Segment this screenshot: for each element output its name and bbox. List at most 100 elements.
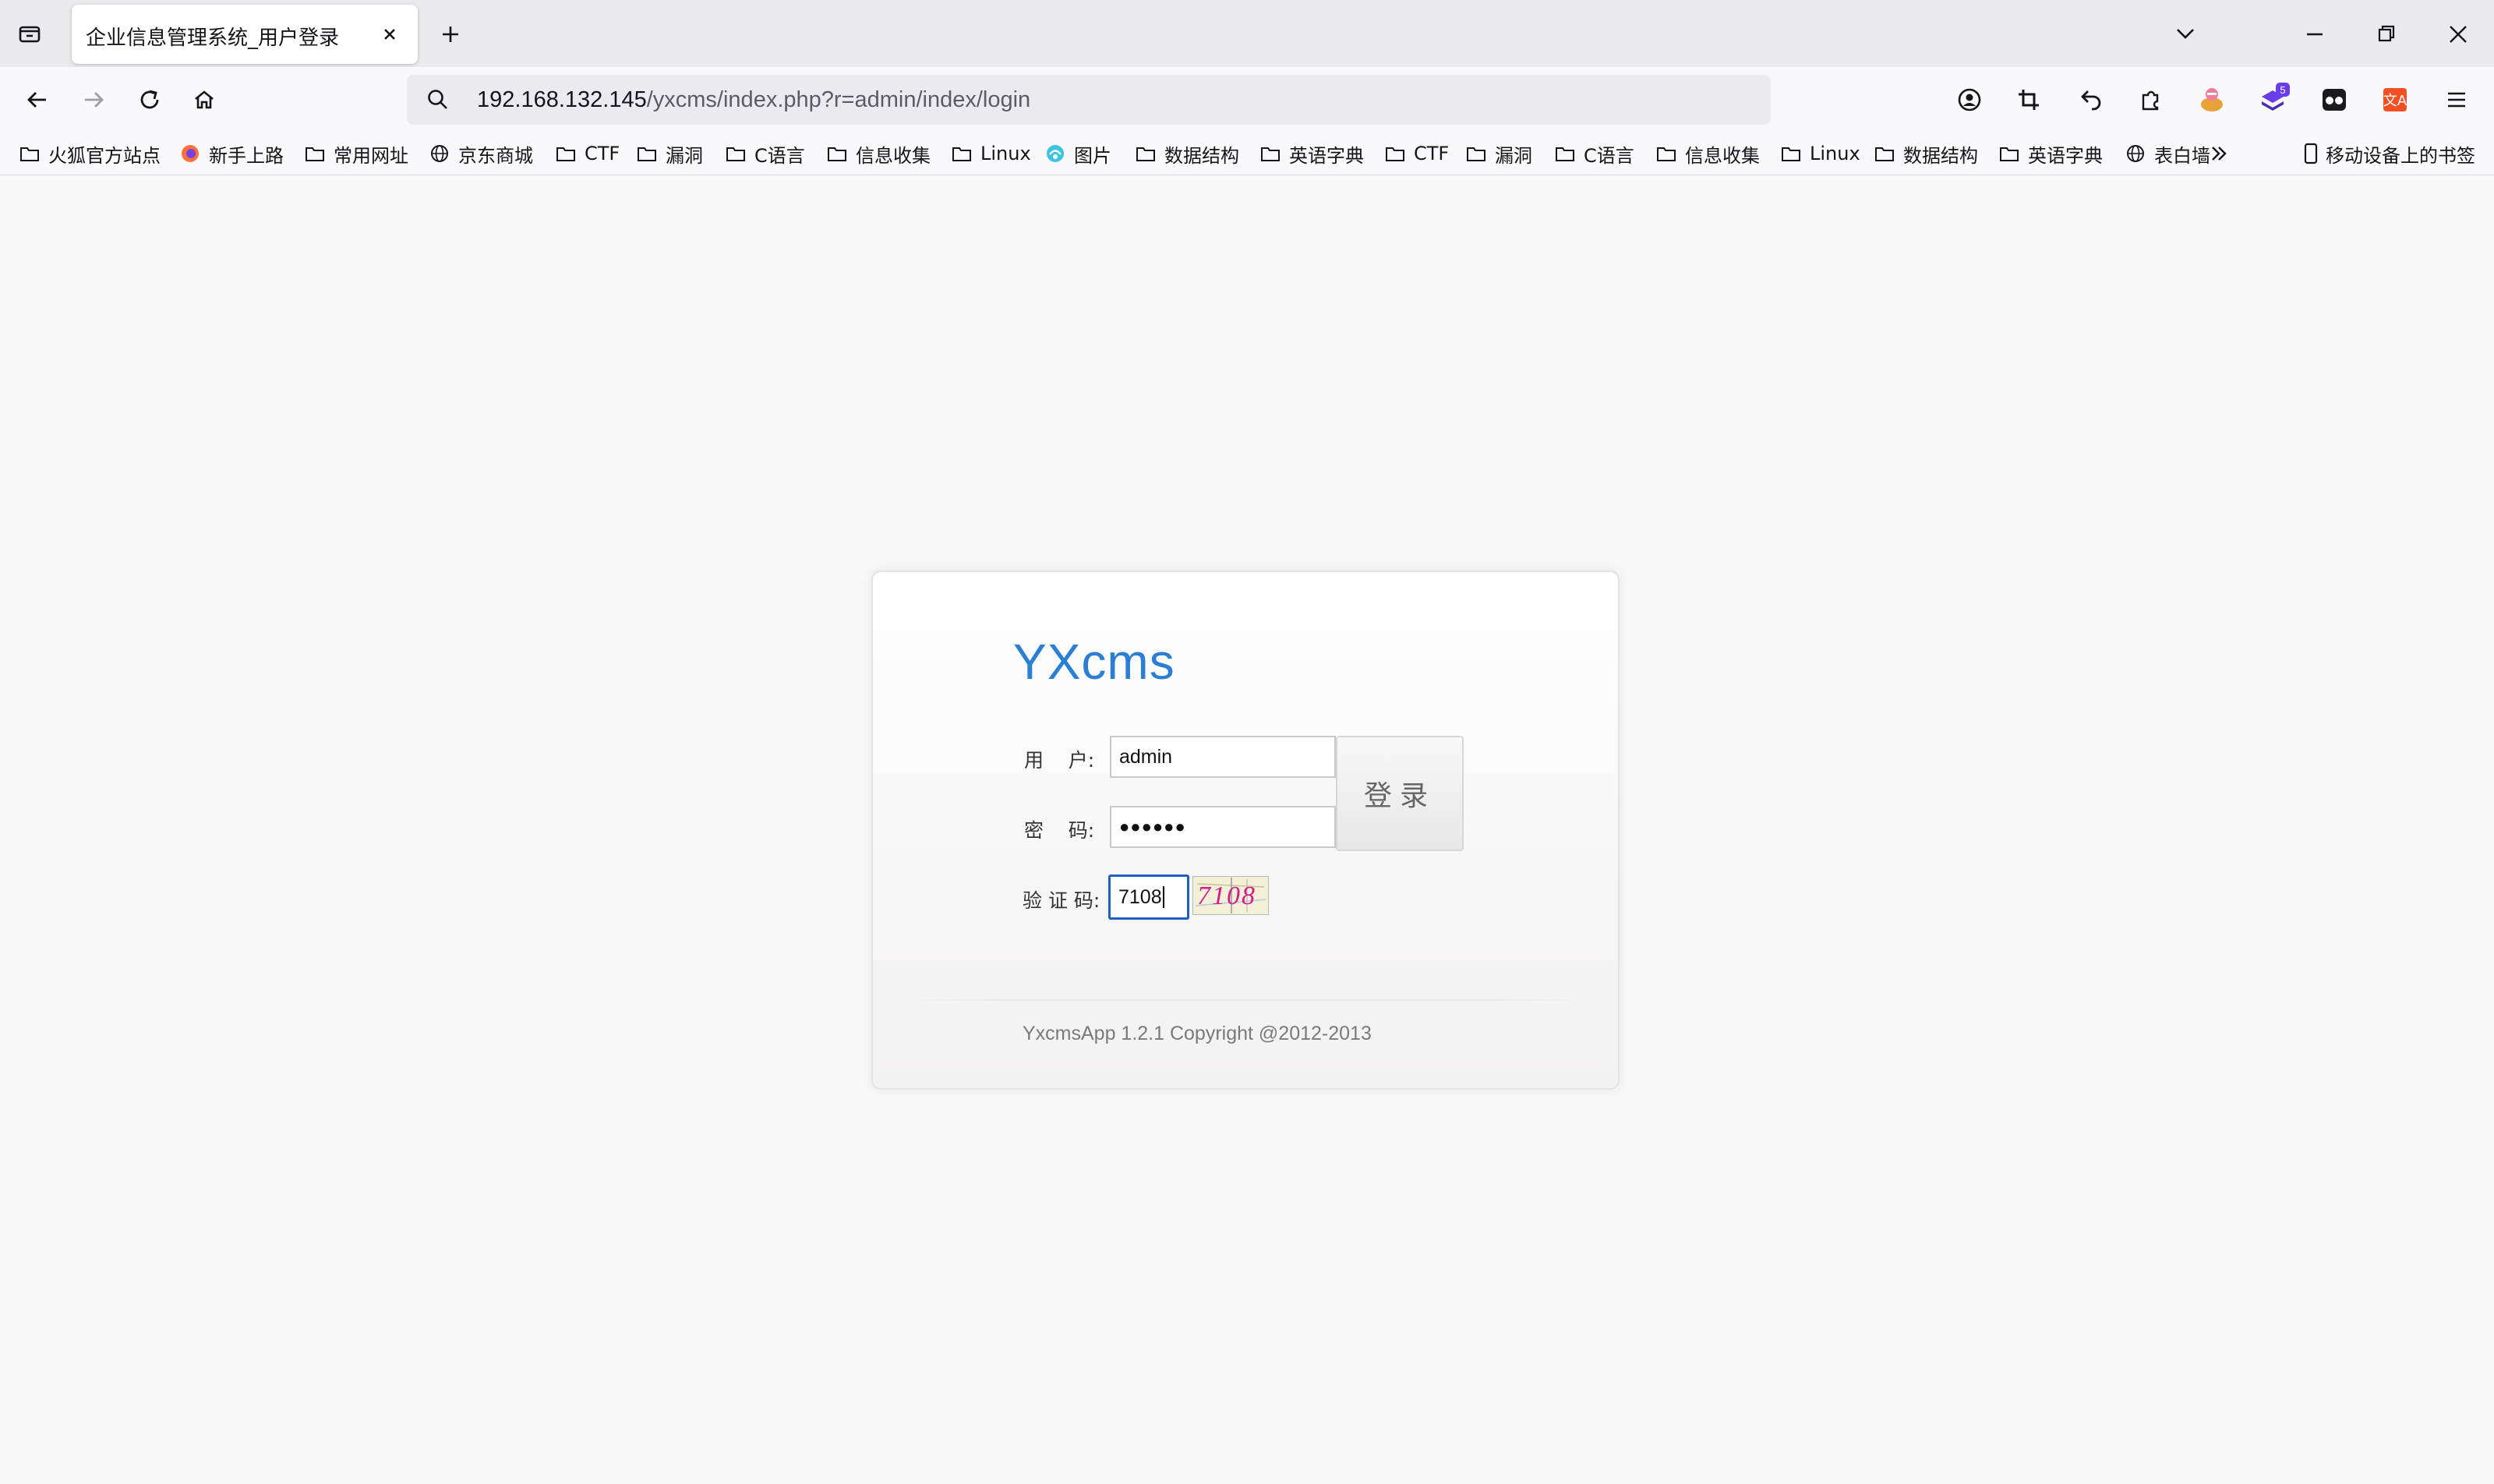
- active-tab[interactable]: 企业信息管理系统_用户登录: [72, 5, 418, 64]
- folder-icon: [1384, 144, 1411, 163]
- address-bar[interactable]: 192.168.132.145/yxcms/index.php?r=admin/…: [407, 75, 1771, 125]
- bookmark-label: Linux: [980, 143, 1031, 164]
- password-input[interactable]: ●●●●●●: [1110, 806, 1336, 848]
- bookmark-label: 表白墙: [2154, 144, 2210, 167]
- bookmark-item[interactable]: 漏洞: [1465, 140, 1532, 167]
- search-icon: [428, 90, 447, 109]
- globe-icon: [2125, 143, 2151, 164]
- bookmark-item[interactable]: 表白墙: [2125, 140, 2210, 167]
- bookmark-item[interactable]: 图片: [1044, 140, 1111, 167]
- folder-icon: [1998, 144, 2025, 163]
- bookmark-label: 常用网址: [334, 144, 408, 167]
- restore-button[interactable]: [2363, 11, 2410, 58]
- bookmark-item[interactable]: Linux: [951, 140, 1031, 167]
- bookmark-item[interactable]: CTF: [1384, 140, 1449, 167]
- menu-button[interactable]: [2438, 81, 2475, 118]
- folder-icon: [951, 144, 977, 163]
- image-site-icon: [1044, 143, 1071, 164]
- folder-icon: [725, 144, 751, 163]
- home-icon: [195, 90, 214, 109]
- bookmark-item[interactable]: 英语字典: [1998, 140, 2103, 167]
- back-button[interactable]: [20, 83, 55, 117]
- minimize-button[interactable]: [2291, 11, 2338, 58]
- layers-extension-icon: 5: [2262, 83, 2290, 111]
- bookmark-label: CTF: [585, 143, 620, 164]
- account-icon: [1958, 88, 1981, 111]
- folder-icon: [1259, 144, 1286, 163]
- url-path: /yxcms/index.php?r=admin/index/login: [646, 87, 1031, 112]
- login-button[interactable]: 登录: [1336, 736, 1464, 851]
- bookmark-item[interactable]: 信息收集: [1655, 140, 1760, 167]
- folder-icon: [555, 144, 581, 163]
- reload-icon: [140, 90, 159, 109]
- undo-close-tab-button[interactable]: [2072, 81, 2109, 118]
- extension-mask-button[interactable]: [2316, 81, 2353, 118]
- chevron-down-icon: [2177, 29, 2194, 39]
- navigation-bar: 192.168.132.145/yxcms/index.php?r=admin/…: [0, 67, 2494, 132]
- tab-title: 企业信息管理系统_用户登录: [86, 26, 340, 50]
- bookmark-item[interactable]: 京东商城: [429, 140, 533, 167]
- bookmark-label: 新手上路: [209, 144, 284, 167]
- list-all-tabs-button[interactable]: [2162, 11, 2209, 58]
- extensions-button[interactable]: [2132, 81, 2170, 118]
- bookmark-label: 英语字典: [2028, 144, 2103, 167]
- extension-mascot-button[interactable]: [2193, 81, 2231, 118]
- captcha-input[interactable]: 7108: [1108, 874, 1189, 920]
- restore-icon: [2378, 25, 2395, 42]
- forward-button[interactable]: [76, 83, 111, 117]
- folder-icon: [1554, 144, 1581, 163]
- bookmark-item[interactable]: 数据结构: [1135, 140, 1239, 167]
- tab-close-button[interactable]: [373, 17, 407, 51]
- tab-list-icon: [19, 26, 41, 43]
- bookmark-item[interactable]: Linux: [1780, 140, 1860, 167]
- screenshot-button[interactable]: [2010, 81, 2047, 118]
- folder-icon: [1780, 144, 1807, 163]
- bookmark-item[interactable]: C语言: [725, 140, 805, 167]
- bookmark-item[interactable]: 英语字典: [1259, 140, 1364, 167]
- bookmark-item[interactable]: 漏洞: [636, 140, 703, 167]
- bookmarks-toolbar: 移动设备上的书签 火狐官方站点 新手上路 常用网址 京东商城 CTF 漏洞 C语言 信息收集 L…: [0, 132, 2494, 175]
- bookmark-label: 京东商城: [458, 144, 533, 167]
- bookmark-label: 漏洞: [666, 144, 703, 167]
- copyright-text: YxcmsApp 1.2.1 Copyright @2012-2013: [1023, 1023, 1372, 1044]
- mobile-bookmarks-folder[interactable]: 移动设备上的书签: [2301, 140, 2475, 167]
- crop-icon: [2019, 90, 2039, 110]
- bookmark-item[interactable]: 信息收集: [826, 140, 931, 167]
- url-text[interactable]: 192.168.132.145/yxcms/index.php?r=admin/…: [477, 87, 1030, 113]
- bookmarks-overflow-button[interactable]: [2206, 140, 2237, 167]
- folder-icon: [1135, 144, 1161, 163]
- new-tab-button[interactable]: [433, 17, 468, 51]
- tab-list-button[interactable]: [12, 17, 47, 51]
- bookmark-item[interactable]: CTF: [555, 140, 620, 167]
- bookmark-label: 信息收集: [856, 144, 931, 167]
- reload-button[interactable]: [132, 83, 167, 117]
- password-label: 密 码:: [1024, 819, 1095, 842]
- bookmark-label: C语言: [1584, 144, 1634, 167]
- login-panel: YXcms 用 户: admin 密 码: ●●●●●● 验 证 码: 7108…: [871, 571, 1620, 1090]
- text-cursor: [1162, 886, 1164, 908]
- bookmark-item[interactable]: 数据结构: [1874, 140, 1978, 167]
- bookmark-item[interactable]: 常用网址: [304, 140, 408, 167]
- bookmark-item[interactable]: 新手上路: [179, 140, 284, 167]
- bookmark-label: CTF: [1414, 143, 1450, 164]
- captcha-text: 7108: [1197, 882, 1256, 910]
- undo-icon: [2081, 90, 2101, 111]
- close-window-button[interactable]: [2435, 11, 2482, 58]
- account-button[interactable]: [1951, 81, 1988, 118]
- username-input[interactable]: admin: [1110, 736, 1336, 778]
- bookmark-label: 图片: [1074, 144, 1111, 167]
- extension-layers-button[interactable]: 5: [2254, 81, 2291, 118]
- home-button[interactable]: [187, 83, 221, 117]
- folder-icon: [1874, 144, 1900, 163]
- bookmark-label: C语言: [754, 144, 805, 167]
- extension-translate-button[interactable]: 文A: [2376, 81, 2414, 118]
- bookmark-label: 火狐官方站点: [48, 144, 161, 167]
- captcha-label: 验 证 码:: [1023, 889, 1100, 912]
- bookmark-item[interactable]: C语言: [1554, 140, 1634, 167]
- close-icon: [384, 29, 395, 40]
- folder-icon: [826, 144, 853, 163]
- captcha-image[interactable]: 7108: [1192, 876, 1269, 915]
- firefox-icon: [179, 143, 206, 164]
- folder-icon: [19, 144, 45, 163]
- bookmark-item[interactable]: 火狐官方站点: [19, 140, 161, 167]
